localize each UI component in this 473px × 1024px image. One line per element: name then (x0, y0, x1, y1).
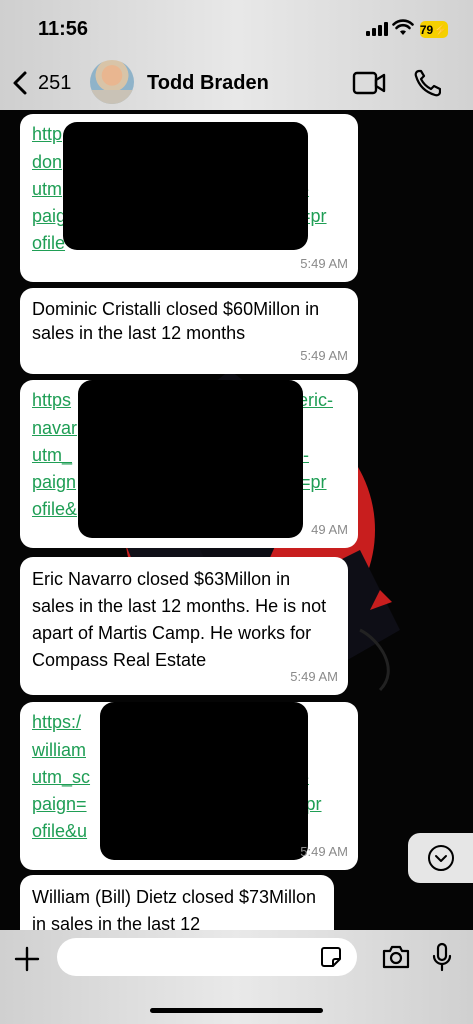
link-fragment[interactable]: - (303, 443, 309, 467)
message-text: William (Bill) Dietz closed $73Millon in… (32, 887, 317, 930)
link-fragment[interactable]: https:/ (32, 710, 81, 734)
contact-name[interactable]: Todd Braden (147, 72, 269, 95)
camera-icon[interactable] (381, 944, 411, 970)
chevron-down-circle-icon (427, 845, 454, 871)
cellular-signal-icon (366, 22, 388, 36)
video-camera-icon[interactable] (352, 70, 386, 96)
link-fragment[interactable]: utm (32, 177, 62, 201)
message-list[interactable]: http / don utm m- paig ent=pr ofile 5:49… (0, 110, 473, 930)
link-fragment[interactable]: navar (32, 416, 77, 440)
battery-level: 79 (419, 22, 434, 37)
message-bubble-text-6[interactable]: William (Bill) Dietz closed $73Millon in… (20, 875, 334, 930)
redaction-block (78, 380, 303, 538)
link-fragment[interactable]: utm_sc (32, 765, 90, 789)
wifi-icon (392, 19, 414, 35)
home-indicator (150, 1008, 323, 1013)
message-bubble-text-2[interactable]: Dominic Cristalli closed $60Millon in sa… (20, 288, 358, 374)
link-fragment[interactable]: https (32, 388, 71, 412)
message-timestamp: 5:49 AM (300, 256, 348, 271)
message-text: Eric Navarro closed $63Millon in sales i… (32, 569, 327, 670)
message-timestamp: 49 AM (311, 522, 348, 537)
microphone-icon[interactable] (432, 942, 452, 972)
message-input[interactable] (57, 938, 357, 976)
back-unread-count[interactable]: 251 (38, 72, 71, 95)
chevron-left-icon[interactable] (8, 68, 32, 98)
composer-bar (0, 930, 473, 1024)
message-text: Dominic Cristalli closed $60Millon in sa… (32, 299, 320, 343)
link-fragment[interactable]: paign (32, 470, 76, 494)
chat-header: 11:56 79 ⚡ 251 Todd Braden (0, 0, 473, 110)
link-fragment[interactable]: william (32, 738, 86, 762)
message-bubble-link-3[interactable]: https eric- navar utm_ - paign ent=pr of… (20, 380, 358, 548)
redaction-block (63, 122, 308, 250)
link-fragment[interactable]: paign= (32, 792, 87, 816)
phone-icon[interactable] (413, 68, 441, 98)
sticker-icon[interactable] (320, 946, 342, 968)
message-timestamp: 5:49 AM (290, 669, 338, 684)
plus-icon[interactable] (14, 946, 40, 972)
message-bubble-link-1[interactable]: http / don utm m- paig ent=pr ofile 5:49… (20, 114, 358, 282)
message-bubble-link-5[interactable]: https:/ william utm_sc - paign= t=pr ofi… (20, 702, 358, 870)
redaction-block (100, 702, 308, 860)
avatar[interactable] (90, 60, 134, 104)
link-fragment[interactable]: utm_ (32, 443, 72, 467)
link-fragment[interactable]: ofile (32, 231, 65, 255)
link-fragment[interactable]: paig (32, 204, 66, 228)
link-fragment[interactable]: eric- (298, 388, 333, 412)
charging-bolt-icon: ⚡ (433, 22, 449, 37)
link-fragment[interactable]: http (32, 122, 62, 146)
message-timestamp: 5:49 AM (300, 844, 348, 859)
battery-indicator: 79 ⚡ (420, 21, 448, 38)
message-bubble-text-4[interactable]: Eric Navarro closed $63Millon in sales i… (20, 557, 348, 695)
link-fragment[interactable]: don (32, 150, 62, 174)
message-timestamp: 5:49 AM (300, 348, 348, 363)
link-fragment[interactable]: ofile& (32, 497, 77, 521)
link-fragment[interactable]: ofile&u (32, 819, 87, 843)
scroll-to-bottom-button[interactable] (408, 833, 473, 883)
status-time: 11:56 (38, 18, 89, 40)
